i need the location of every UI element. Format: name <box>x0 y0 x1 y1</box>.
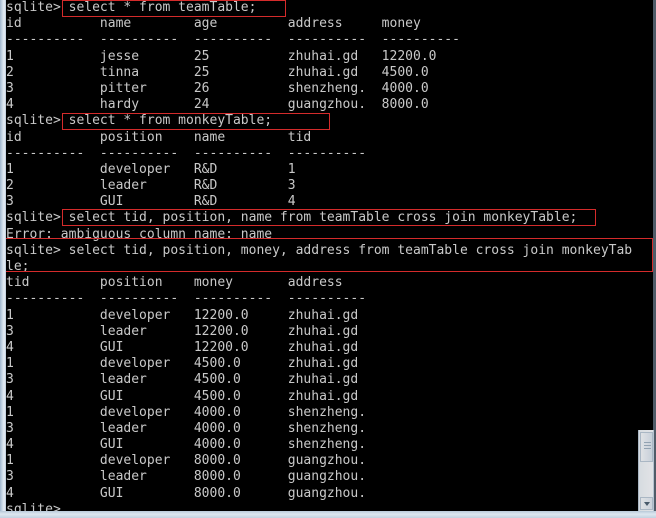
terminal-line: 1 developer 4000.0 shenzheng. <box>6 404 367 420</box>
terminal-output-area[interactable]: sqlite> select * from teamTable; id name … <box>6 0 656 517</box>
terminal-line: Error: ambiguous column name: name <box>6 226 273 242</box>
window-frame-bottom-edge <box>0 511 656 518</box>
terminal-line: 3 leader 4500.0 zhuhai.gd <box>6 372 367 388</box>
terminal-line: 4 GUI 4500.0 zhuhai.gd <box>6 388 367 404</box>
terminal-line: 4 GUI 8000.0 guangzhou. <box>6 485 367 501</box>
terminal-line: sqlite> select tid, position, name from … <box>6 210 578 226</box>
scrollbar-thumb[interactable] <box>640 432 653 462</box>
terminal-line: id position name tid <box>6 129 367 145</box>
terminal-line: 4 hardy 24 guangzhou. 8000.0 <box>6 97 460 113</box>
terminal-line: ---------- ---------- ---------- -------… <box>6 291 367 307</box>
terminal-line: 1 jesse 25 zhuhai.gd 12200.0 <box>6 48 460 64</box>
terminal-line: 3 leader 12200.0 zhuhai.gd <box>6 323 367 339</box>
chevron-down-icon <box>644 502 650 506</box>
terminal-window: sqlite> select * from teamTable; id name … <box>0 0 656 518</box>
terminal-line: 1 developer R&D 1 <box>6 161 367 177</box>
terminal-line: 4 GUI 12200.0 zhuhai.gd <box>6 339 367 355</box>
terminal-line: 1 developer 12200.0 zhuhai.gd <box>6 307 367 323</box>
terminal-line: id name age address money <box>6 16 460 32</box>
terminal-line: ---------- ---------- ---------- -------… <box>6 32 460 48</box>
terminal-line: sqlite> select * from monkeyTable; <box>6 113 273 129</box>
terminal-line: 4 GUI 4000.0 shenzheng. <box>6 437 367 453</box>
terminal-line: sqlite> select * from teamTable; <box>6 0 257 15</box>
terminal-line: 1 developer 4500.0 zhuhai.gd <box>6 356 367 372</box>
terminal-line: le; <box>6 259 30 274</box>
scrollbar-grip-icon <box>644 445 651 446</box>
terminal-line: 3 leader 4000.0 shenzheng. <box>6 420 367 436</box>
scrollbar-down-button[interactable] <box>640 497 653 510</box>
terminal-line: tid position money address <box>6 275 367 291</box>
terminal-line: 3 GUI R&D 4 <box>6 194 367 210</box>
terminal-line: 2 tinna 25 zhuhai.gd 4500.0 <box>6 64 460 80</box>
terminal-line: 1 developer 8000.0 guangzhou. <box>6 453 367 469</box>
terminal-line: 3 leader 8000.0 guangzhou. <box>6 469 367 485</box>
terminal-line: 3 pitter 26 shenzheng. 4000.0 <box>6 80 460 96</box>
window-frame-left-edge <box>0 0 6 518</box>
vertical-scrollbar[interactable] <box>638 430 654 512</box>
terminal-line: sqlite> select tid, position, money, add… <box>6 242 633 258</box>
terminal-line: ---------- ---------- ---------- -------… <box>6 145 367 161</box>
terminal-line: 2 leader R&D 3 <box>6 178 367 194</box>
